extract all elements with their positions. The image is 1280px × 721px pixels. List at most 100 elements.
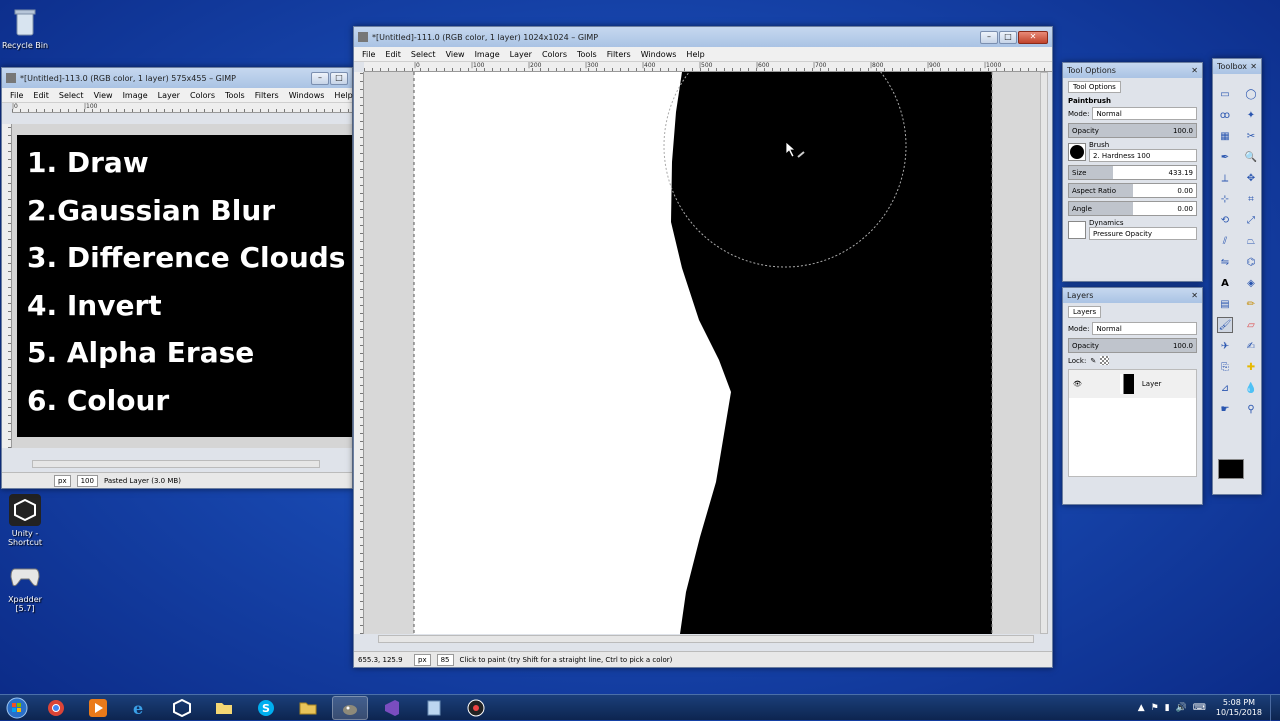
heal-tool-icon[interactable]: ✚: [1243, 359, 1259, 375]
window-titlebar[interactable]: *[Untitled]-111.0 (RGB color, 1 layer) 1…: [354, 27, 1052, 47]
vertical-scrollbar[interactable]: [1040, 72, 1048, 634]
shear-tool-icon[interactable]: ⫽: [1217, 233, 1233, 249]
desktop-icon-recycle-bin[interactable]: Recycle Bin: [0, 6, 50, 50]
menu-layer[interactable]: Layer: [153, 91, 185, 100]
dock-titlebar[interactable]: Tool Options ✕: [1063, 63, 1202, 78]
menu-image[interactable]: Image: [470, 50, 505, 59]
dock-titlebar[interactable]: Layers ✕: [1063, 288, 1202, 303]
menu-file[interactable]: File: [5, 91, 28, 100]
horizontal-scrollbar[interactable]: [378, 635, 1034, 643]
network-icon[interactable]: ▮: [1165, 703, 1170, 713]
opacity-slider[interactable]: Opacity 100.0: [1068, 338, 1197, 353]
menu-edit[interactable]: Edit: [380, 50, 406, 59]
taskbar-skype[interactable]: S: [248, 696, 284, 720]
vertical-ruler[interactable]: [2, 124, 12, 448]
brush-preview-button[interactable]: [1068, 142, 1086, 161]
taskbar-media-player[interactable]: [80, 696, 116, 720]
menu-windows[interactable]: Windows: [636, 50, 682, 59]
menu-view[interactable]: View: [441, 50, 470, 59]
blend-tool-icon[interactable]: ▤: [1217, 296, 1233, 312]
rect-select-tool-icon[interactable]: ▭: [1217, 86, 1233, 102]
menu-colors[interactable]: Colors: [537, 50, 572, 59]
taskbar-notepad[interactable]: [416, 696, 452, 720]
horizontal-scrollbar[interactable]: [32, 460, 320, 468]
menu-colors[interactable]: Colors: [185, 91, 220, 100]
dock-titlebar[interactable]: Toolbox ✕: [1213, 59, 1261, 74]
menu-view[interactable]: View: [89, 91, 118, 100]
horizontal-ruler[interactable]: |0 |100: [12, 103, 352, 113]
color-select-tool-icon[interactable]: ▦: [1217, 128, 1233, 144]
menu-image[interactable]: Image: [118, 91, 153, 100]
perspective-clone-tool-icon[interactable]: ⊿: [1217, 380, 1233, 396]
tab-layers[interactable]: Layers: [1068, 306, 1102, 318]
perspective-tool-icon[interactable]: ⏢: [1243, 233, 1259, 249]
paintbrush-tool-icon[interactable]: 🖌: [1217, 317, 1233, 333]
desktop-icon-unity[interactable]: Unity - Shortcut: [0, 494, 50, 547]
unit-select[interactable]: px: [54, 474, 71, 487]
eraser-tool-icon[interactable]: ▱: [1243, 317, 1259, 333]
airbrush-tool-icon[interactable]: ✈: [1217, 338, 1233, 354]
fuzzy-select-tool-icon[interactable]: ✦: [1243, 107, 1259, 123]
aspect-ratio-slider[interactable]: Aspect Ratio 0.00: [1068, 183, 1197, 198]
rotate-tool-icon[interactable]: ⟲: [1217, 212, 1233, 228]
foreground-color-swatch[interactable]: [1218, 459, 1244, 479]
cage-tool-icon[interactable]: ⌬: [1243, 254, 1259, 270]
maximize-button[interactable]: □: [999, 30, 1017, 44]
horizontal-ruler[interactable]: |0 |100 |200 |300 |400 |500 |600 |700 |8…: [364, 62, 1052, 72]
taskbar-gimp[interactable]: [332, 695, 368, 720]
menu-tools[interactable]: Tools: [572, 50, 602, 59]
clock[interactable]: 5:08 PM 10/15/2018: [1216, 698, 1262, 718]
menu-select[interactable]: Select: [54, 91, 89, 100]
layer-row[interactable]: 👁 Layer: [1069, 370, 1196, 398]
pencil-tool-icon[interactable]: ✏: [1243, 296, 1259, 312]
menu-file[interactable]: File: [357, 50, 380, 59]
bucket-fill-tool-icon[interactable]: ◈: [1243, 275, 1259, 291]
taskbar-visual-studio[interactable]: [374, 696, 410, 720]
blur-tool-icon[interactable]: 💧: [1243, 380, 1259, 396]
taskbar-chrome[interactable]: [38, 696, 74, 720]
minimize-button[interactable]: –: [980, 30, 998, 44]
close-icon[interactable]: ✕: [1191, 66, 1198, 75]
lock-alpha-icon[interactable]: [1100, 356, 1110, 365]
close-icon[interactable]: ✕: [1250, 62, 1257, 71]
maximize-button[interactable]: □: [330, 71, 348, 85]
mode-select[interactable]: Normal: [1092, 322, 1197, 335]
zoom-tool-icon[interactable]: 🔍: [1243, 149, 1259, 165]
image-canvas[interactable]: 1. Draw 2.Gaussian Blur 3. Difference Cl…: [17, 135, 352, 437]
menu-filters[interactable]: Filters: [602, 50, 636, 59]
paths-tool-icon[interactable]: ✒: [1217, 149, 1233, 165]
size-slider[interactable]: Size 433.19: [1068, 165, 1197, 180]
menu-layer[interactable]: Layer: [505, 50, 537, 59]
move-tool-icon[interactable]: ✥: [1243, 170, 1259, 186]
window-titlebar[interactable]: *[Untitled]-113.0 (RGB color, 1 layer) 5…: [2, 68, 352, 88]
align-tool-icon[interactable]: ⊹: [1217, 191, 1233, 207]
menu-help[interactable]: Help: [681, 50, 709, 59]
taskbar-explorer[interactable]: [290, 696, 326, 720]
mode-select[interactable]: Normal: [1092, 107, 1197, 120]
smudge-tool-icon[interactable]: ☛: [1217, 401, 1233, 417]
desktop-icon-xpadder[interactable]: Xpadder [5.7]: [0, 560, 50, 613]
vertical-ruler[interactable]: [354, 72, 364, 634]
close-icon[interactable]: ✕: [1191, 291, 1198, 300]
menu-tools[interactable]: Tools: [220, 91, 250, 100]
taskbar-unity[interactable]: [164, 696, 200, 720]
scissors-tool-icon[interactable]: ✂: [1243, 128, 1259, 144]
dodge-burn-tool-icon[interactable]: ⚲: [1243, 401, 1259, 417]
taskbar-obs[interactable]: [458, 696, 494, 720]
minimize-button[interactable]: –: [311, 71, 329, 85]
measure-tool-icon[interactable]: ⟂: [1217, 170, 1233, 186]
start-button[interactable]: [0, 695, 34, 721]
dynamics-icon[interactable]: [1068, 220, 1086, 239]
menu-select[interactable]: Select: [406, 50, 441, 59]
volume-icon[interactable]: 🔊: [1176, 703, 1187, 713]
taskbar-file-manager[interactable]: [206, 696, 242, 720]
menu-filters[interactable]: Filters: [250, 91, 284, 100]
flip-tool-icon[interactable]: ⇋: [1217, 254, 1233, 270]
zoom-select[interactable]: 100: [76, 474, 98, 487]
show-desktop-button[interactable]: [1270, 694, 1280, 721]
crop-tool-icon[interactable]: ⌗: [1243, 191, 1259, 207]
tab-tool-options[interactable]: Tool Options: [1068, 81, 1121, 93]
opacity-slider[interactable]: Opacity 100.0: [1068, 123, 1197, 138]
menu-windows[interactable]: Windows: [284, 91, 330, 100]
canvas-area[interactable]: [364, 72, 1042, 634]
